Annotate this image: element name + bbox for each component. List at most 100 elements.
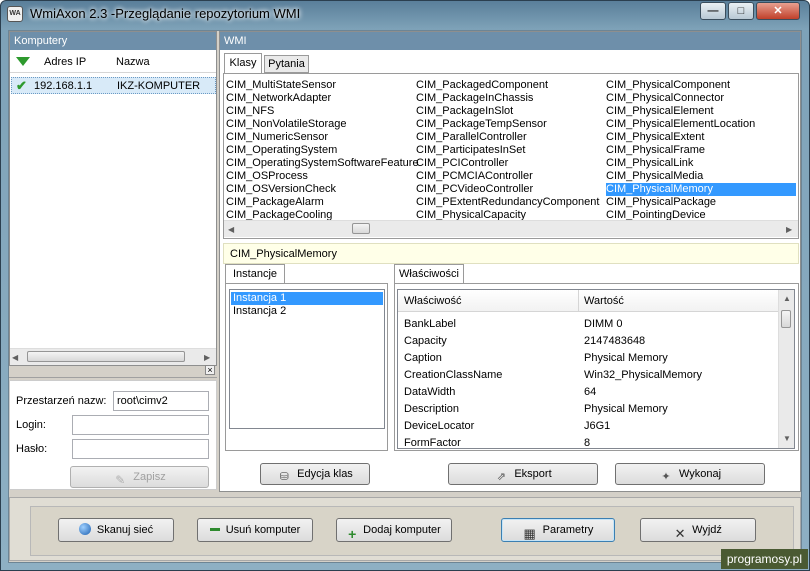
login-input[interactable] [72,415,209,435]
export-button[interactable]: ⇗ Eksport [448,463,598,485]
scroll-right-icon[interactable]: ▶ [204,353,210,362]
save-button[interactable]: ✎ Zapisz [70,466,209,488]
close-small-icon[interactable]: × [205,365,215,375]
scroll-down-icon[interactable]: ▼ [783,434,791,443]
class-item[interactable]: CIM_OperatingSystemSoftwareFeature [226,157,419,170]
scroll-left-icon[interactable]: ◀ [12,353,18,362]
class-item[interactable]: CIM_OSVersionCheck [226,183,416,196]
wmi-header: WMI [220,32,800,50]
scroll-right-icon[interactable]: ▶ [786,225,792,234]
remove-computer-button[interactable]: Usuń komputer [197,518,313,542]
property-row[interactable]: DeviceLocator J6G1 [398,418,778,435]
class-item[interactable]: CIM_PackageInChassis [416,92,606,105]
parameters-button[interactable]: ▦ Parametry [501,518,615,542]
computers-hscrollbar[interactable]: ◀ ▶ [10,348,216,365]
close-button[interactable]: ✕ [756,2,800,20]
scroll-thumb[interactable] [27,351,185,362]
edit-classes-button[interactable]: ⛁ Edycja klas [260,463,370,485]
instance-item-1[interactable]: Instancja 1 [231,292,383,305]
password-input[interactable] [72,439,209,459]
class-hscrollbar[interactable]: ◀ ▶ [224,220,798,237]
properties-vscrollbar[interactable]: ▲ ▼ [778,290,794,448]
class-item[interactable]: CIM_NetworkAdapter [226,92,416,105]
tab-queries[interactable]: Pytania [264,55,309,73]
execute-button[interactable]: ✦ Wykonaj [615,463,765,485]
tab-classes[interactable]: Klasy [224,53,262,73]
exit-label: Wyjdź [692,524,722,536]
computers-panel: Komputery Adres IP Nazwa ✔ 192.168.1.1 I… [9,31,217,366]
property-row[interactable]: Description Physical Memory [398,401,778,418]
class-item[interactable]: CIM_PackageTempSensor [416,118,606,131]
property-name: DataWidth [404,386,456,398]
class-item[interactable]: CIM_PhysicalLink [606,157,796,170]
property-row[interactable]: Caption Physical Memory [398,350,778,367]
computer-row[interactable]: ✔ 192.168.1.1 IKZ-KOMPUTER [11,77,216,94]
class-item[interactable]: CIM_PackageInSlot [416,105,606,118]
class-item[interactable]: CIM_PCIController [416,157,606,170]
scroll-left-icon[interactable]: ◀ [228,225,234,234]
property-row[interactable]: BankLabel DIMM 0 [398,316,778,333]
instance-item-2[interactable]: Instancja 2 [231,305,383,318]
property-row[interactable]: DataWidth 64 [398,384,778,401]
col-ip-header[interactable]: Adres IP [44,56,86,68]
class-item[interactable]: CIM_ParticipatesInSet [416,144,606,157]
tab-properties[interactable]: Właściwości [394,264,464,283]
export-icon: ⇗ [496,471,506,484]
scan-network-label: Skanuj sieć [96,524,154,536]
checkmark-icon[interactable]: ✔ [16,78,27,94]
tab-instances[interactable]: Instancje [225,264,285,283]
instances-list[interactable]: Instancja 1 Instancja 2 [229,289,385,429]
property-value: 2147483648 [584,335,646,347]
class-item[interactable]: CIM_PCMCIAController [416,170,606,183]
edit-classes-label: Edycja klas [297,468,353,480]
property-name: Description [404,403,460,415]
class-item[interactable]: CIM_PackageAlarm [226,196,416,209]
class-list[interactable]: CIM_MultiStateSensor CIM_NetworkAdapter CI… [223,73,799,239]
add-computer-button[interactable]: + Dodaj komputer [336,518,452,542]
properties-table[interactable]: Właściwość Wartość BankLabel DIMM 0 Capaci… [397,289,795,449]
class-item[interactable]: CIM_MultiStateSensor [226,79,416,92]
splitter[interactable]: × [9,365,217,378]
class-item[interactable]: CIM_PhysicalConnector [606,92,796,105]
class-item[interactable]: CIM_PhysicalElement [606,105,796,118]
class-item[interactable]: CIM_NonVolatileStorage [226,118,416,131]
class-item[interactable]: CIM_OperatingSystem [226,144,416,157]
class-item[interactable]: CIM_NumericSensor [226,131,416,144]
class-item[interactable]: CIM_OSProcess [226,170,416,183]
property-row[interactable]: Capacity 2147483648 [398,333,778,350]
window-title: WmiAxon 2.3 -Przeglądanie repozytorium W… [30,6,301,21]
scroll-thumb[interactable] [352,223,370,234]
class-item[interactable]: CIM_PhysicalFrame [606,144,796,157]
maximize-button[interactable]: □ [728,2,754,20]
properties-panel: Właściwość Wartość BankLabel DIMM 0 Capaci… [394,283,799,451]
export-label: Eksport [514,468,552,480]
col-value-header[interactable]: Wartość [584,295,624,307]
database-icon: ⛁ [279,471,289,484]
class-item[interactable]: CIM_PhysicalComponent [606,79,796,92]
col-property-header[interactable]: Właściwość [404,295,461,307]
property-row[interactable]: CreationClassName Win32_PhysicalMemory [398,367,778,384]
check-all-icon[interactable] [16,57,30,66]
class-item[interactable]: CIM_PhysicalExtent [606,131,796,144]
login-panel: Przestarzeń nazw: root\cimv2 Login: Hasł… [9,380,217,490]
class-item[interactable]: CIM_PackagedComponent [416,79,606,92]
class-item[interactable]: CIM_PhysicalMemory [606,183,796,196]
scan-network-button[interactable]: Skanuj sieć [58,518,174,542]
class-item[interactable]: CIM_PhysicalMedia [606,170,796,183]
property-row[interactable]: FormFactor 8 [398,435,778,448]
minimize-button[interactable]: — [700,2,726,20]
class-item[interactable]: CIM_PhysicalPackage [606,196,796,209]
class-item[interactable]: CIM_PhysicalElementLocation [606,118,796,131]
property-value: Physical Memory [584,403,668,415]
col-name-header[interactable]: Nazwa [116,56,150,68]
class-item[interactable]: CIM_NFS [226,105,416,118]
property-name: CreationClassName [404,369,503,381]
class-item[interactable]: CIM_PCVideoController [416,183,606,196]
settings-grid-icon: ▦ [523,526,536,542]
class-item[interactable]: CIM_ParallelController [416,131,606,144]
scroll-thumb[interactable] [781,310,791,328]
namespace-input[interactable]: root\cimv2 [113,391,209,411]
exit-button[interactable]: ✕ Wyjdź [640,518,756,542]
scroll-up-icon[interactable]: ▲ [783,294,791,303]
class-item[interactable]: CIM_PExtentRedundancyComponent [416,196,606,209]
